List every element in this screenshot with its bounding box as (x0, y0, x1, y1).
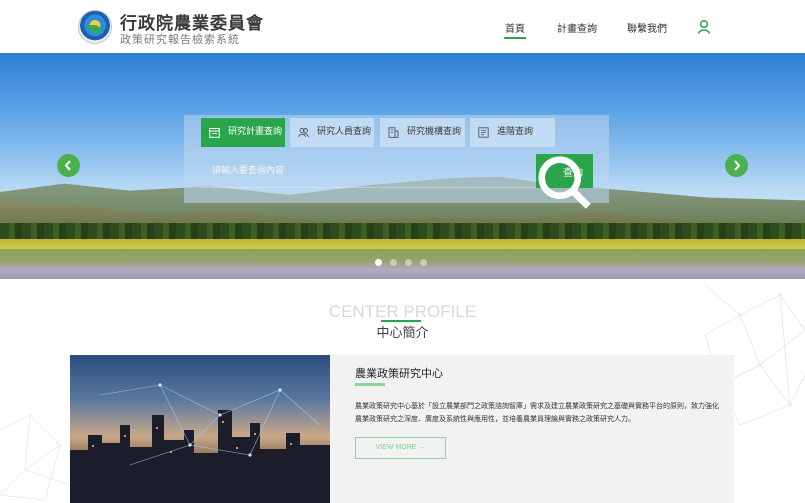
network-decoration-left (0, 414, 71, 501)
hero-banner: 研究計畫查詢 研究人員查詢 研究機構查詢 進階查詢 請輸入要查詢內容 查詢 (0, 53, 805, 279)
nav-home[interactable]: 首頁 (504, 20, 526, 39)
carousel-dot-4[interactable] (420, 259, 427, 266)
tab-label: 進階查詢 (497, 127, 534, 137)
user-icon[interactable] (697, 19, 711, 34)
search-panel: 研究計畫查詢 研究人員查詢 研究機構查詢 進階查詢 請輸入要查詢內容 查詢 (184, 115, 609, 209)
chevron-right-icon (734, 160, 741, 171)
carousel-dot-2[interactable] (390, 259, 397, 266)
building-icon (388, 127, 399, 138)
tab-label: 研究人員查詢 (317, 127, 372, 137)
carousel-prev-button[interactable] (57, 154, 80, 177)
document-icon (209, 128, 220, 138)
tab-label: 研究計畫查詢 (228, 127, 283, 137)
carousel-dot-1[interactable] (375, 259, 382, 266)
city-image (70, 355, 330, 503)
chevron-left-icon (64, 160, 71, 171)
city-skyline-illustration (70, 383, 330, 503)
people-icon (298, 128, 309, 138)
nav-project-search[interactable]: 計畫查詢 (557, 20, 597, 35)
hero-field (0, 249, 805, 279)
site-header: 行政院農業委員會 政策研究報告檢索系統 首頁 計畫查詢 聯繫我們 (0, 0, 805, 53)
card-title-bar (355, 383, 385, 386)
carousel-dot-3[interactable] (405, 259, 412, 266)
search-button[interactable]: 查詢 (536, 154, 593, 209)
tab-project-search[interactable]: 研究計畫查詢 (201, 118, 285, 147)
carousel-next-button[interactable] (725, 154, 748, 177)
section-heading-en: CENTER PROFILE (328, 302, 477, 321)
advanced-search-icon (478, 127, 489, 138)
search-icon (538, 156, 591, 209)
tab-researcher-search[interactable]: 研究人員查詢 (290, 118, 374, 147)
card-title: 農業政策研究中心 (355, 367, 443, 380)
coa-logo[interactable] (78, 10, 112, 44)
card-description: 農業政策研究中心基於「設立農業部門之政策諮詢智庫」需求及建立農業政策研究之基礎與… (355, 402, 719, 423)
section-heading-zh: 中心簡介 (376, 326, 429, 341)
search-button-label: 查詢 (563, 168, 583, 179)
nav-contact[interactable]: 聯繫我們 (627, 20, 667, 35)
tab-label: 研究機構查詢 (407, 127, 462, 137)
tab-institution-search[interactable]: 研究機構查詢 (380, 118, 465, 147)
site-subtitle: 政策研究報告檢索系統 (120, 33, 240, 46)
tab-advanced-search[interactable]: 進階查詢 (470, 118, 555, 147)
view-more-button[interactable]: VIEW MORE → (355, 437, 446, 459)
search-input[interactable] (200, 154, 536, 188)
